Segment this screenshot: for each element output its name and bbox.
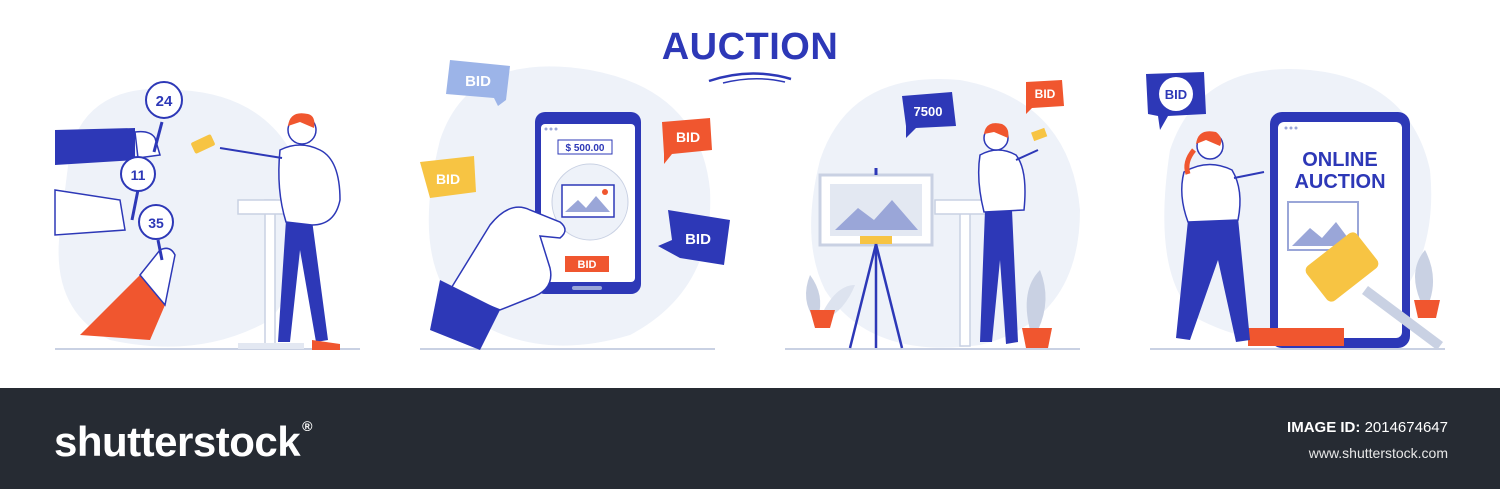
trousers <box>278 220 328 342</box>
shirt <box>1181 163 1241 223</box>
logo-text: shutterstock <box>54 418 301 465</box>
amount-bubble-label: 7500 <box>914 104 943 119</box>
arm-sleeve-blue <box>55 128 135 165</box>
bid-bubble-label: BID <box>685 231 711 248</box>
bid-bubble-label: BID <box>465 73 491 90</box>
scene-painting-auction: 7500 BID <box>785 79 1080 350</box>
paddle-number: 11 <box>131 167 146 183</box>
price-tag <box>860 236 892 244</box>
registered-mark-icon: ® <box>302 418 312 434</box>
shirt <box>278 144 341 226</box>
plant-pot <box>810 310 835 328</box>
shutterstock-logo: shutterstock ® <box>54 418 312 466</box>
podium-stand <box>264 199 276 346</box>
scene-mobile-bid: $ 500.00 BID BID BID BID BID <box>420 60 730 350</box>
footer-bar: shutterstock ® IMAGE ID: 2014674647 www.s… <box>0 388 1500 489</box>
image-id-label: IMAGE ID: <box>1287 419 1361 436</box>
bid-bubble-label: BID <box>436 171 460 187</box>
gavel-block <box>1248 328 1344 346</box>
screen-title-line2: AUCTION <box>1294 171 1385 193</box>
shoe <box>312 340 340 350</box>
scene-online-auction: ONLINE AUCTION BID <box>1146 69 1445 351</box>
podium-base <box>238 343 304 349</box>
site-url: www.shutterstock.com <box>1308 445 1448 461</box>
image-id-value: 2014674647 <box>1364 419 1448 436</box>
plant-pot <box>1022 328 1052 348</box>
bid-bubble-label: BID <box>676 129 700 145</box>
screen-title-line1: ONLINE <box>1302 149 1378 171</box>
screen-bid-label: BID <box>578 259 597 271</box>
plant-pot <box>1414 300 1440 318</box>
paddle-number: 24 <box>156 93 173 110</box>
scene-live-auction: 24 11 35 <box>54 81 360 350</box>
illustration: AUCTION 24 11 35 $ 500.00 BID BID BID BI… <box>0 0 1500 388</box>
paddle-number: 35 <box>148 215 164 231</box>
podium-stand <box>959 207 971 347</box>
bid-bubble-label: BID <box>1165 87 1187 102</box>
price-text: $ 500.00 <box>566 143 605 154</box>
bid-bubble-label: BID <box>1035 87 1056 101</box>
image-id: IMAGE ID: 2014674647 <box>1287 419 1448 436</box>
